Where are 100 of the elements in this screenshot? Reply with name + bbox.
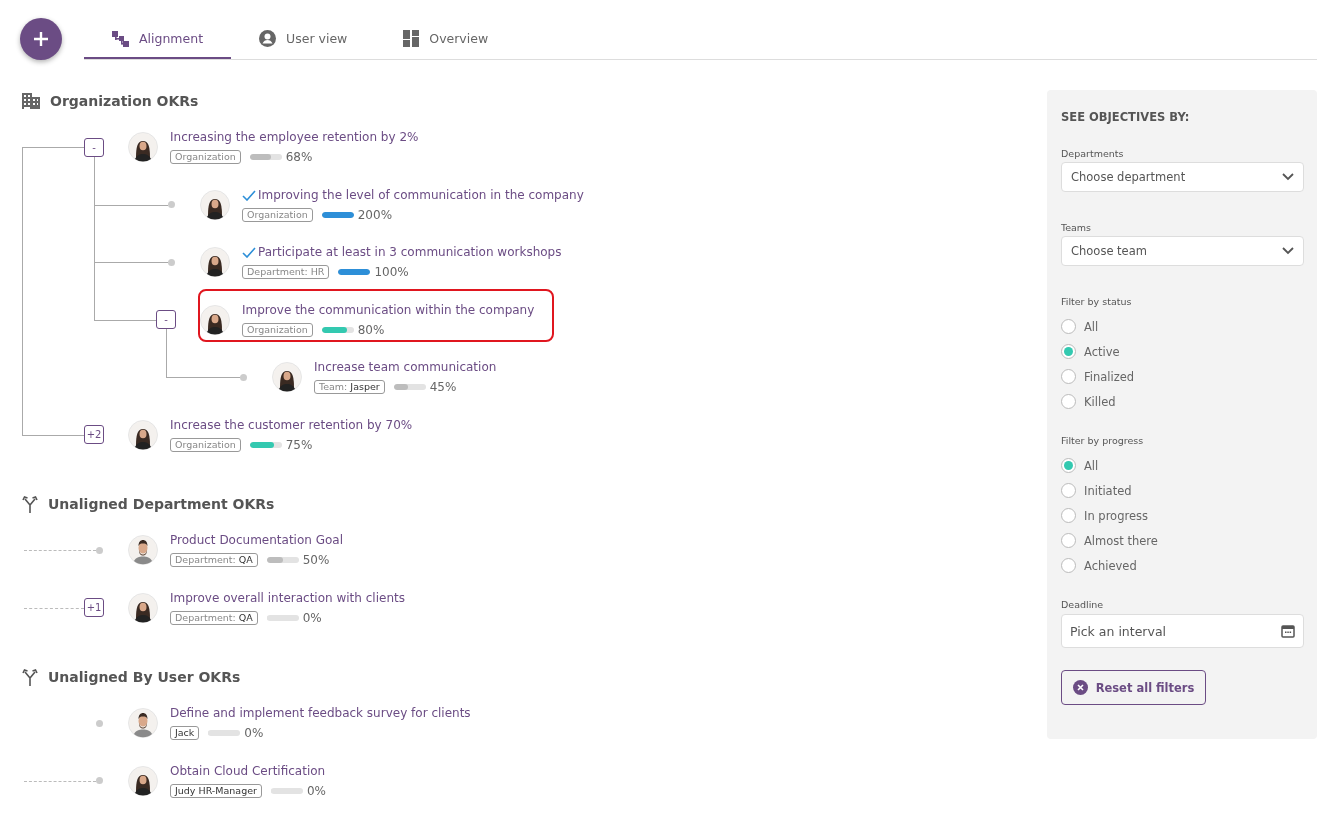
connector-line — [24, 550, 96, 551]
objective-title[interactable]: Increasing the employee retention by 2% — [170, 129, 419, 146]
progress-percent: 0% — [244, 726, 264, 740]
progress-bar — [249, 441, 282, 448]
objective-title[interactable]: Product Documentation Goal — [170, 532, 344, 549]
avatar — [128, 708, 158, 738]
dashboard-icon — [403, 30, 420, 47]
connector-dot — [168, 258, 175, 266]
owner-tag: Jack — [170, 726, 200, 740]
tab[interactable]: User view — [231, 20, 376, 59]
section-title: Unaligned Department OKRs — [48, 496, 275, 512]
progress-percent: 0% — [306, 783, 326, 798]
connector-dot — [240, 373, 247, 381]
avatar — [200, 189, 230, 220]
progress-bar — [321, 326, 354, 333]
expand-toggle[interactable]: - — [156, 310, 176, 329]
owner-tag: Organization — [170, 150, 241, 164]
progress-bar — [266, 614, 299, 621]
expand-toggle[interactable]: - — [84, 137, 104, 157]
objective-title[interactable]: Obtain Cloud Certification — [170, 762, 326, 780]
radio-option[interactable]: Achieved — [1061, 558, 1304, 573]
check-icon — [242, 189, 256, 201]
objective-title[interactable]: Increase the customer retention by 70% — [170, 416, 413, 434]
radio-option[interactable]: All — [1061, 458, 1304, 473]
team-dropdown[interactable]: Choose team — [1061, 236, 1304, 266]
progress-bar — [338, 269, 371, 275]
progress-percent: 75% — [285, 437, 313, 452]
tab[interactable]: Overview — [375, 20, 517, 59]
expand-toggle[interactable]: +1 — [84, 598, 104, 617]
progress-bar — [270, 787, 303, 794]
tab[interactable]: Alignment — [84, 20, 232, 59]
section-title: Organization OKRs — [50, 93, 199, 109]
connector-line — [24, 607, 84, 609]
owner-tag: Team: Jasper — [314, 380, 385, 394]
avatar — [272, 362, 302, 392]
owner-tag: Judy HR-Manager — [170, 783, 262, 798]
avatar — [200, 304, 230, 335]
owner-tag: Organization — [170, 437, 241, 452]
connector-dot — [96, 719, 103, 727]
objective-title[interactable]: Participate at least in 3 communication workshops — [242, 244, 562, 261]
connector-dot — [96, 777, 103, 784]
reset-filters-button[interactable]: Reset all filters — [1061, 670, 1206, 705]
chevron-down-icon — [1282, 173, 1294, 181]
objective-title[interactable]: Improve the communication within the company — [242, 301, 535, 319]
radio-option[interactable]: Killed — [1061, 394, 1304, 409]
avatar — [128, 419, 158, 450]
department-dropdown[interactable]: Choose department — [1061, 162, 1304, 192]
field-label: Filter by status — [1061, 296, 1133, 307]
building-icon — [22, 93, 40, 109]
merge-arrows-icon — [22, 668, 38, 686]
objective-title[interactable]: Improve overall interaction with clients — [170, 589, 405, 607]
field-label: Departments — [1061, 148, 1125, 159]
objective-title[interactable]: Improving the level of communication in the company — [242, 186, 584, 204]
plus-icon — [33, 30, 49, 47]
merge-arrows-icon — [22, 495, 38, 513]
progress-percent: 0% — [302, 610, 322, 625]
progress-percent: 80% — [357, 322, 385, 337]
chevron-down-icon — [1282, 247, 1294, 255]
connector-dot — [168, 201, 175, 208]
owner-tag: Organization — [242, 207, 313, 222]
owner-tag: Department: HR — [242, 265, 330, 279]
check-icon — [242, 247, 256, 258]
field-label: Teams — [1061, 222, 1093, 233]
calendar-icon — [1281, 624, 1295, 638]
user-icon — [259, 30, 277, 47]
owner-tag: Department: QA — [170, 553, 258, 567]
progress-percent: 100% — [374, 265, 409, 279]
radio-option[interactable]: Almost there — [1061, 533, 1304, 548]
owner-tag: Organization — [242, 322, 313, 337]
avatar — [128, 132, 158, 162]
field-label: Deadline — [1061, 599, 1105, 610]
hierarchy-icon — [112, 30, 129, 47]
date-range-field[interactable]: Pick an interval — [1061, 614, 1304, 648]
radio-option[interactable]: All — [1061, 319, 1304, 334]
progress-bar — [208, 730, 241, 736]
owner-tag: Department: QA — [170, 610, 258, 625]
expand-toggle[interactable]: +2 — [84, 425, 104, 444]
progress-bar — [266, 557, 299, 563]
avatar — [128, 535, 158, 565]
close-icon — [1072, 680, 1088, 695]
field-label: Filter by progress — [1061, 435, 1145, 446]
objective-title[interactable]: Define and implement feedback survey for clients — [170, 705, 471, 722]
radio-option[interactable]: Finalized — [1061, 369, 1304, 384]
progress-bar — [249, 154, 282, 160]
progress-bar — [393, 384, 426, 390]
progress-percent: 200% — [357, 207, 393, 222]
section-title: Unaligned By User OKRs — [48, 669, 241, 685]
connector-line — [24, 780, 96, 782]
connector-dot — [96, 546, 103, 554]
progress-bar — [321, 211, 354, 218]
objective-title[interactable]: Increase team communication — [314, 359, 497, 376]
radio-option[interactable]: In progress — [1061, 508, 1304, 523]
progress-percent: 45% — [429, 380, 457, 394]
progress-percent: 50% — [302, 553, 330, 567]
panel-title: SEE OBJECTIVES BY: — [1061, 110, 1191, 124]
add-button[interactable] — [20, 17, 62, 60]
radio-option[interactable]: Active — [1061, 344, 1304, 359]
radio-option[interactable]: Initiated — [1061, 483, 1304, 498]
avatar — [200, 247, 230, 277]
avatar — [128, 592, 158, 623]
